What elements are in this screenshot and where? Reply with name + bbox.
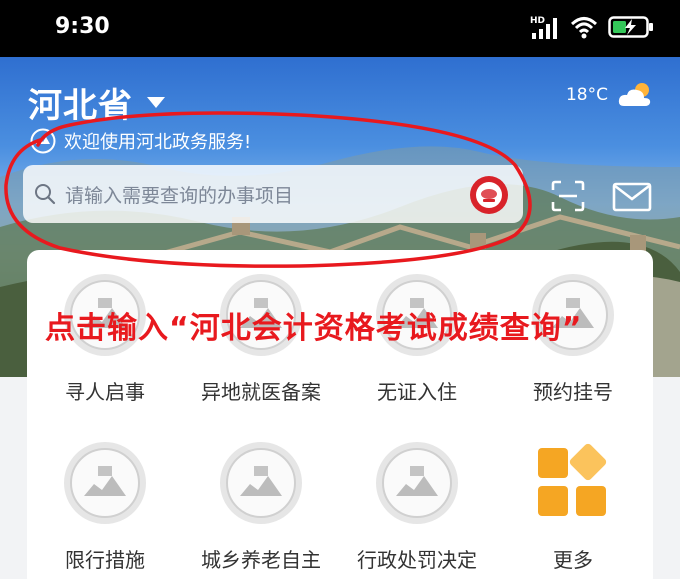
service-label: 寻人启事: [65, 380, 145, 404]
service-label: 更多: [553, 548, 593, 572]
service-label: 预约挂号: [533, 380, 613, 404]
gov-emblem-icon: [376, 442, 458, 524]
grid-more-icon: [538, 443, 607, 516]
service-label: 行政处罚决定: [357, 548, 477, 572]
services-card: 寻人启事 异地就医备案 无证入住 预约挂号 限行措施 城乡养老自主 行政处罚决定…: [27, 250, 653, 579]
province-name: 河北省: [28, 86, 133, 126]
emblem-icon: [30, 128, 56, 154]
network-label: HD: [530, 16, 545, 26]
welcome-text: 欢迎使用河北政务服务!: [64, 132, 252, 153]
wifi-icon: [570, 17, 598, 39]
chevron-down-icon: [147, 97, 165, 108]
service-tile[interactable]: 限行措施: [27, 440, 183, 573]
scan-icon[interactable]: [550, 180, 586, 212]
cloud-sun-icon: [618, 83, 651, 106]
status-bar: 9:30 HD: [0, 0, 680, 57]
search-icon: [35, 184, 56, 205]
service-label: 限行措施: [65, 548, 145, 572]
gov-emblem-icon: [64, 442, 146, 524]
weather-widget[interactable]: 18°C: [566, 80, 656, 110]
service-label: 城乡养老自主: [201, 548, 321, 572]
temperature: 18°C: [565, 85, 608, 105]
voice-assistant-icon[interactable]: [469, 175, 509, 215]
service-tile[interactable]: 城乡养老自主: [183, 440, 339, 573]
status-icons: HD: [530, 14, 654, 40]
service-tile[interactable]: 行政处罚决定: [339, 440, 495, 573]
gov-emblem-icon: [220, 442, 302, 524]
search-placeholder: 请输入需要查询的办事项目: [65, 184, 294, 207]
province-selector[interactable]: 河北省: [28, 78, 165, 127]
service-label: 无证入住: [377, 380, 457, 404]
mail-icon[interactable]: [612, 182, 652, 212]
more-tile[interactable]: 更多: [495, 440, 651, 573]
status-time: 9:30: [55, 14, 110, 39]
service-label: 异地就医备案: [201, 380, 321, 404]
welcome-banner: 欢迎使用河北政务服务!: [30, 128, 251, 154]
search-bar[interactable]: 请输入需要查询的办事项目: [23, 165, 523, 223]
battery-charging-icon: [608, 16, 653, 38]
instruction-annotation: 点击输入“河北会计资格考试成绩查询”: [45, 311, 583, 346]
signal-icon: HD: [530, 16, 557, 39]
